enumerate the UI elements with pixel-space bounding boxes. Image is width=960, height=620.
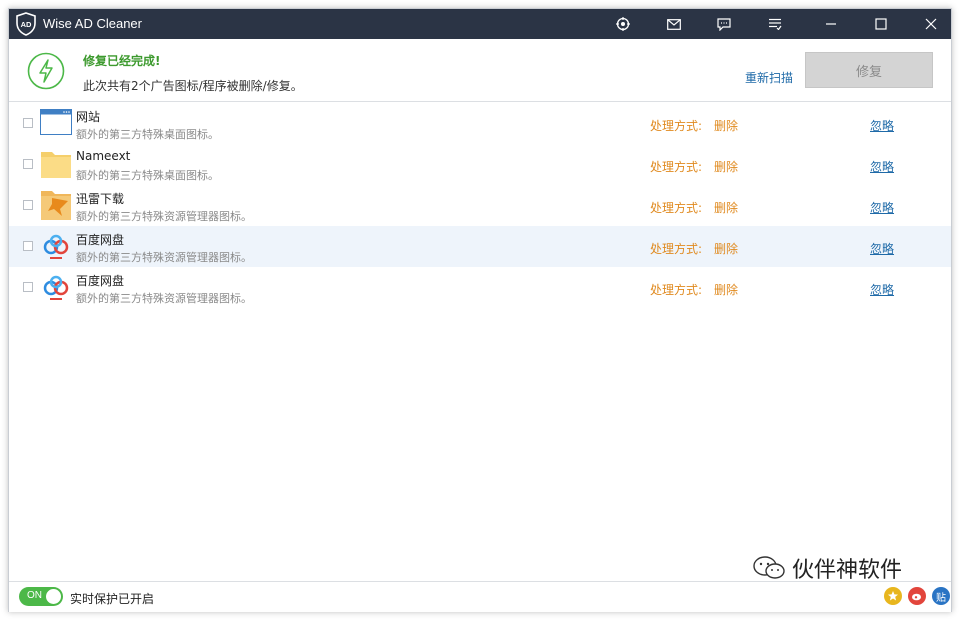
item-name: 百度网盘 — [76, 233, 125, 247]
item-name: 百度网盘 — [76, 274, 125, 288]
title-bar: AD Wise AD Cleaner — [9, 9, 951, 39]
ignore-link[interactable]: 忽略 — [870, 158, 894, 175]
watermark: 伙伴神软件 — [752, 552, 902, 584]
repair-button[interactable]: 修复 — [805, 52, 933, 88]
status-bar: ON 实时保护已开启 — [9, 581, 951, 612]
item-name: 网站 — [76, 110, 101, 124]
menu-icon[interactable] — [755, 9, 795, 39]
list-item: 迅雷下载 额外的第三方特殊资源管理器图标。 处理方式: 删除 忽略 — [9, 185, 951, 226]
lightning-icon — [27, 52, 65, 90]
status-description: 此次共有2个广告图标/程序被删除/修复。 — [83, 79, 303, 93]
action-dropdown[interactable]: 删除 — [714, 158, 738, 175]
app-logo-icon: AD — [16, 12, 36, 36]
action-label: 处理方式: — [650, 201, 703, 215]
thunder-download-icon — [41, 191, 71, 220]
baidu-netdisk-icon — [43, 275, 69, 300]
item-checkbox[interactable] — [23, 200, 33, 210]
wechat-icon — [753, 556, 785, 579]
action-label: 处理方式: — [650, 160, 703, 174]
action-dropdown[interactable]: 删除 — [714, 240, 738, 257]
item-checkbox[interactable] — [23, 282, 33, 292]
realtime-protection-toggle[interactable]: ON — [19, 587, 63, 606]
item-name: Nameext — [76, 149, 131, 163]
action-dropdown[interactable]: 删除 — [714, 199, 738, 216]
tieba-icon[interactable]: 贴 — [932, 587, 950, 605]
protection-status-text: 实时保护已开启 — [70, 592, 155, 606]
folder-icon — [41, 152, 71, 178]
status-title: 修复已经完成! — [83, 54, 161, 68]
close-icon[interactable] — [911, 9, 951, 39]
item-description: 额外的第三方特殊资源管理器图标。 — [76, 292, 252, 305]
ignore-link[interactable]: 忽略 — [870, 199, 894, 216]
item-checkbox[interactable] — [23, 159, 33, 169]
ignore-link[interactable]: 忽略 — [870, 240, 894, 257]
action-dropdown[interactable]: 删除 — [714, 281, 738, 298]
weibo-icon[interactable] — [908, 587, 926, 605]
action-label: 处理方式: — [650, 119, 703, 133]
target-icon[interactable] — [603, 9, 643, 39]
window-title: Wise AD Cleaner — [43, 16, 142, 31]
list-item: 网站 额外的第三方特殊桌面图标。 处理方式: 删除 忽略 — [9, 103, 951, 144]
svg-text:AD: AD — [21, 20, 32, 29]
list-item: 百度网盘 额外的第三方特殊资源管理器图标。 处理方式: 删除 忽略 — [9, 226, 951, 267]
status-panel: 修复已经完成! 此次共有2个广告图标/程序被删除/修复。 重新扫描 修复 — [9, 39, 951, 102]
toggle-label: ON — [27, 590, 42, 601]
item-description: 额外的第三方特殊资源管理器图标。 — [76, 251, 252, 264]
toggle-knob — [46, 589, 61, 604]
rescan-link[interactable]: 重新扫描 — [745, 69, 793, 86]
list-item: 百度网盘 额外的第三方特殊资源管理器图标。 处理方式: 删除 忽略 — [9, 267, 951, 308]
chat-icon[interactable] — [704, 9, 744, 39]
baidu-netdisk-icon — [43, 234, 69, 259]
browser-window-icon — [40, 109, 72, 135]
item-checkbox[interactable] — [23, 241, 33, 251]
item-description: 额外的第三方特殊桌面图标。 — [76, 169, 219, 182]
app-window: AD Wise AD Cleaner 修复已经完成! 此次共有2个广告图标/程序… — [8, 8, 952, 612]
ignore-link[interactable]: 忽略 — [870, 281, 894, 298]
item-description: 额外的第三方特殊资源管理器图标。 — [76, 210, 252, 223]
item-description: 额外的第三方特殊桌面图标。 — [76, 128, 219, 141]
star-badge-icon[interactable] — [884, 587, 902, 605]
mail-icon[interactable] — [654, 9, 694, 39]
maximize-icon[interactable] — [861, 9, 901, 39]
watermark-text: 伙伴神软件 — [792, 558, 903, 583]
list-item: Nameext 额外的第三方特殊桌面图标。 处理方式: 删除 忽略 — [9, 144, 951, 185]
item-name: 迅雷下载 — [76, 192, 125, 206]
minimize-icon[interactable] — [811, 9, 851, 39]
item-checkbox[interactable] — [23, 118, 33, 128]
action-label: 处理方式: — [650, 283, 703, 297]
action-label: 处理方式: — [650, 242, 703, 256]
ad-item-list: 网站 额外的第三方特殊桌面图标。 处理方式: 删除 忽略 Nameext 额外的… — [9, 103, 951, 308]
action-dropdown[interactable]: 删除 — [714, 117, 738, 134]
ignore-link[interactable]: 忽略 — [870, 117, 894, 134]
